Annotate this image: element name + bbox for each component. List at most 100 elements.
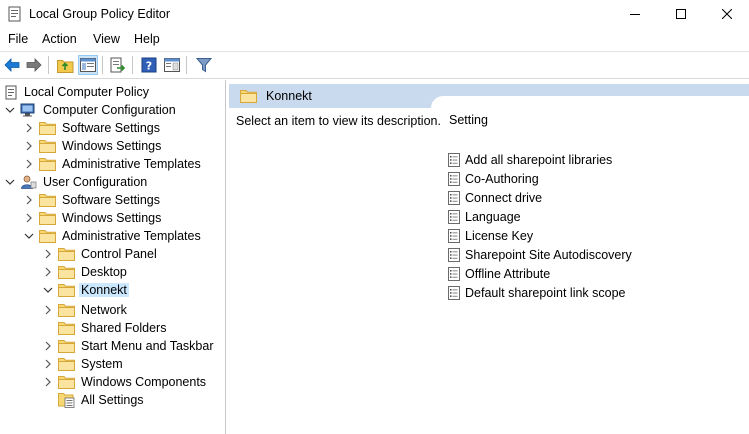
folder-icon [39,121,56,135]
menu-bar: File Action View Help [0,29,749,51]
extended-view-button[interactable] [162,55,182,75]
computer-icon [20,103,37,117]
chevron-right-icon[interactable] [23,194,35,206]
tree-item-label: User Configuration [43,175,148,189]
tree-item-windows-components[interactable]: Windows Components [42,373,208,391]
folder-icon [58,321,75,335]
tree-item-user-configuration[interactable]: User Configuration [4,173,149,191]
policy-document-icon [8,6,21,22]
toolbar: ? [0,51,749,79]
tree-item-start-menu-and-taskbar[interactable]: Start Menu and Taskbar [42,337,215,355]
chevron-down-icon[interactable] [4,176,16,188]
setting-row[interactable]: Add all sharepoint libraries [448,151,612,169]
up-folder-icon [56,60,73,73]
setting-icon [448,153,460,167]
tree-item-computer-configuration[interactable]: Computer Configuration [4,101,178,119]
forward-button[interactable] [24,55,44,75]
back-arrow-icon [4,58,20,72]
chevron-right-icon[interactable] [23,140,35,152]
setting-label: Co-Authoring [465,172,539,186]
setting-icon [448,286,460,300]
folder-icon [58,247,75,261]
chevron-right-icon[interactable] [42,358,54,370]
setting-label: Add all sharepoint libraries [465,153,613,167]
minimize-button[interactable] [612,0,658,28]
export-list-icon [110,57,126,73]
details-pane: Konnekt Select an item to view its descr… [229,80,749,434]
folder-icon [58,265,75,279]
setting-label: Sharepoint Site Autodiscovery [465,248,632,262]
folder-icon [39,229,56,243]
chevron-right-icon[interactable] [42,304,54,316]
tree-item-uc-administrative-templates[interactable]: Administrative Templates [23,227,203,245]
tree-item-label: Network [81,303,127,317]
tree-item-uc-software-settings[interactable]: Software Settings [23,191,162,209]
setting-row[interactable]: Default sharepoint link scope [448,284,626,302]
up-one-level-button[interactable] [55,55,75,75]
chevron-down-icon[interactable] [4,104,16,116]
menu-help[interactable]: Help [134,32,160,46]
close-button[interactable] [704,0,749,28]
setting-label: Default sharepoint link scope [465,286,626,300]
tree-item-cc-administrative-templates[interactable]: Administrative Templates [23,155,203,173]
navigation-tree[interactable]: Local Computer Policy Computer Configura… [0,80,226,434]
chevron-right-icon[interactable] [42,340,54,352]
chevron-down-icon[interactable] [42,284,54,296]
setting-row[interactable]: Language [448,208,521,226]
setting-row[interactable]: Sharepoint Site Autodiscovery [448,246,632,264]
tree-item-system[interactable]: System [42,355,125,373]
tree-item-uc-windows-settings[interactable]: Windows Settings [23,209,163,227]
title-bar[interactable]: Local Group Policy Editor [0,0,749,28]
chevron-right-icon[interactable] [23,212,35,224]
setting-icon [448,267,460,281]
chevron-right-icon[interactable] [42,248,54,260]
tree-item-cc-software-settings[interactable]: Software Settings [23,119,162,137]
setting-icon [448,248,460,262]
chevron-right-icon[interactable] [42,376,54,388]
toolbar-separator [102,56,103,74]
tree-item-local-computer-policy[interactable]: Local Computer Policy [4,83,151,101]
setting-row[interactable]: Offline Attribute [448,265,550,283]
tree-item-control-panel[interactable]: Control Panel [42,245,159,263]
tree-item-label: Windows Settings [62,211,162,225]
tree-item-network[interactable]: Network [42,301,129,319]
setting-label: Connect drive [465,191,543,205]
chevron-right-icon[interactable] [23,122,35,134]
policy-document-icon [4,85,18,99]
window-title: Local Group Policy Editor [29,7,171,21]
setting-row[interactable]: Co-Authoring [448,170,539,188]
column-header-setting[interactable]: Setting [449,113,488,127]
tree-item-konnekt[interactable]: Konnekt [42,281,129,299]
setting-icon [448,210,460,224]
tree-item-shared-folders[interactable]: Shared Folders [42,319,168,337]
tree-item-all-settings[interactable]: All Settings [42,391,146,409]
toolbar-separator [48,56,49,74]
setting-icon [448,172,460,186]
chevron-down-icon[interactable] [23,230,35,242]
tree-item-label: Shared Folders [81,321,167,335]
setting-row[interactable]: License Key [448,227,533,245]
chevron-right-icon[interactable] [23,158,35,170]
folder-icon [58,357,75,371]
chevron-right-icon[interactable] [42,266,54,278]
menu-file[interactable]: File [8,32,28,46]
help-button[interactable]: ? [139,55,159,75]
maximize-button[interactable] [658,0,704,28]
folder-icon [39,157,56,171]
tree-item-label: Computer Configuration [43,103,176,117]
tree-item-cc-windows-settings[interactable]: Windows Settings [23,137,163,155]
menu-view[interactable]: View [93,32,120,46]
tree-item-desktop[interactable]: Desktop [42,263,129,281]
menu-action[interactable]: Action [42,32,77,46]
export-list-button[interactable] [108,55,128,75]
show-hide-tree-button[interactable] [78,55,98,75]
setting-row[interactable]: Connect drive [448,189,542,207]
tree-item-label: System [81,357,123,371]
folder-icon [58,375,75,389]
filter-button[interactable] [194,55,214,75]
folder-icon [58,339,75,353]
tree-item-label: Software Settings [62,121,160,135]
setting-label: Language [465,210,521,224]
back-button[interactable] [2,55,22,75]
tree-item-label: Konnekt [79,283,129,297]
